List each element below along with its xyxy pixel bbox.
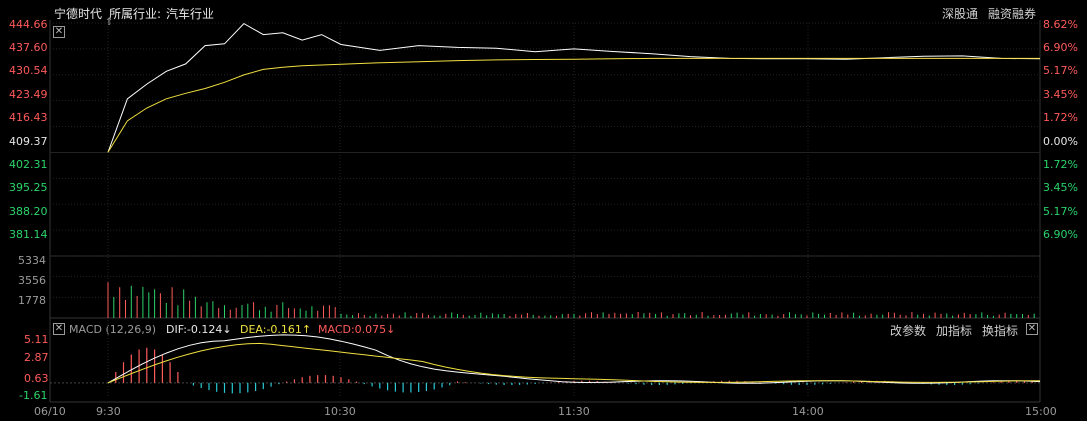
macd-dea-line <box>107 342 1040 384</box>
intraday-chart[interactable] <box>0 0 1087 421</box>
price-line <box>107 22 1041 153</box>
average-price-line <box>107 57 1040 153</box>
